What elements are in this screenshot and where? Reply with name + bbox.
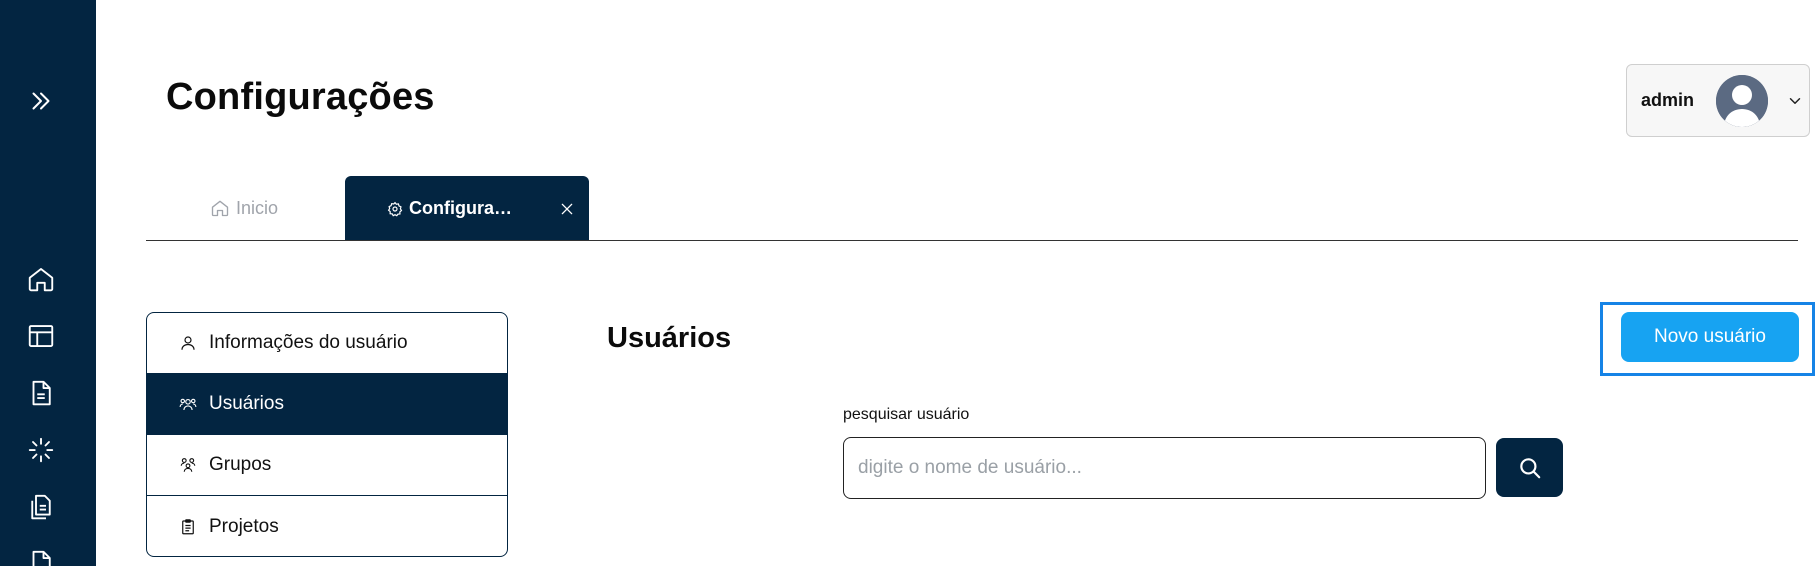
avatar xyxy=(1716,74,1769,127)
menu-item-projects[interactable]: Projetos xyxy=(147,496,507,556)
gear-icon xyxy=(387,201,403,216)
user-menu[interactable]: admin xyxy=(1626,64,1810,137)
section-title: Usuários xyxy=(607,322,732,354)
sidebar-item-home[interactable] xyxy=(24,262,58,296)
expand-sidebar-button[interactable] xyxy=(24,84,58,118)
menu-item-users[interactable]: Usuários xyxy=(147,374,507,435)
chevrons-right-icon xyxy=(32,92,50,110)
home-icon xyxy=(28,268,54,292)
home-icon xyxy=(211,200,229,217)
sidebar-item-documents[interactable] xyxy=(24,376,58,410)
clipboard-icon xyxy=(182,518,194,534)
sidebar-item-loading[interactable] xyxy=(24,433,58,467)
files-icon xyxy=(31,494,51,520)
page-title: Configurações xyxy=(166,76,435,118)
tabs-divider xyxy=(146,240,1798,241)
settings-menu: Informações do usuário Usuários Grupos P… xyxy=(146,312,508,557)
tab-home-label: Inicio xyxy=(235,197,279,218)
sidebar xyxy=(0,0,96,566)
search-button[interactable] xyxy=(1496,438,1563,497)
file-icon xyxy=(32,550,51,566)
search-icon xyxy=(1519,457,1540,478)
chevron-down-icon xyxy=(1789,97,1801,104)
tab-close-button[interactable] xyxy=(559,201,575,217)
user-name: admin xyxy=(1641,90,1695,110)
layout-icon xyxy=(28,325,54,347)
menu-item-user-info[interactable]: Informações do usuário xyxy=(147,313,507,374)
sidebar-item-report[interactable] xyxy=(24,546,58,566)
group-icon xyxy=(180,458,196,472)
tab-settings-label: Configurações xyxy=(409,198,521,218)
search-input[interactable] xyxy=(843,437,1486,499)
loader-icon xyxy=(28,437,54,463)
close-icon xyxy=(561,203,573,214)
document-icon xyxy=(32,380,51,406)
sidebar-item-files[interactable] xyxy=(24,490,58,524)
users-icon xyxy=(179,398,197,411)
new-user-button[interactable]: Novo usuário xyxy=(1621,312,1799,362)
menu-item-label: Informações do usuário xyxy=(209,332,408,353)
menu-item-label: Grupos xyxy=(209,454,272,475)
menu-item-groups[interactable]: Grupos xyxy=(147,435,507,496)
sidebar-item-dashboard[interactable] xyxy=(24,319,58,353)
tab-settings[interactable]: Configurações xyxy=(345,176,589,241)
user-avatar-icon xyxy=(1716,74,1769,127)
menu-item-label: Usuários xyxy=(209,393,284,414)
user-icon xyxy=(181,336,195,350)
search-label: pesquisar usuário xyxy=(843,406,970,423)
menu-item-label: Projetos xyxy=(209,515,279,537)
tab-home[interactable]: Inicio xyxy=(146,176,342,240)
